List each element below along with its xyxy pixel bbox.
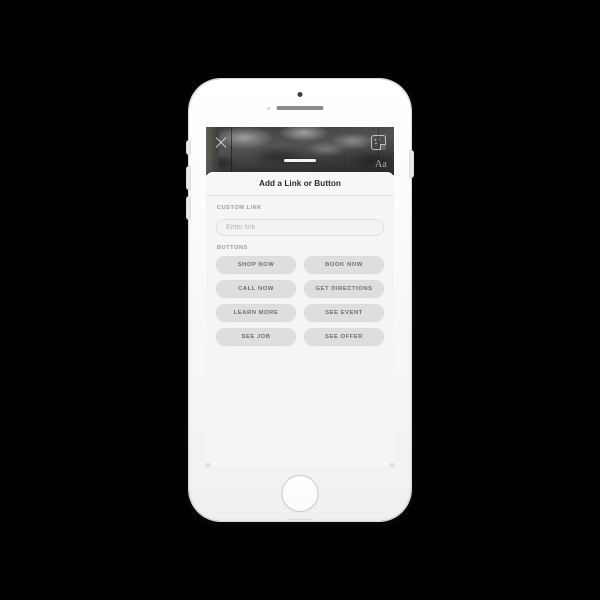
earpiece-speaker-icon [276, 106, 324, 110]
sticker-dot [374, 139, 377, 141]
screenshot-stage: Aa Add a Link or Button CUSTOM LINK BUTT… [0, 0, 600, 600]
phone-screen: Aa Add a Link or Button CUSTOM LINK BUTT… [206, 127, 394, 467]
sticker-dot [375, 142, 377, 145]
sheet-body: CUSTOM LINK BUTTONS SHOP NOW BOOK NOW CA… [206, 196, 394, 346]
buttons-section-label: BUTTONS [217, 245, 248, 251]
page-title: Add a Link or Button [259, 179, 341, 188]
cta-button-see-offer[interactable]: SEE OFFER [304, 328, 384, 346]
screen-corner-mark [390, 463, 394, 467]
cta-button-see-job[interactable]: SEE JOB [216, 328, 296, 346]
text-tool-icon[interactable]: Aa [375, 160, 387, 170]
photo-left-structure [206, 127, 219, 175]
cta-button-grid: SHOP NOW BOOK NOW CALL NOW GET DIRECTION… [216, 256, 384, 346]
proximity-sensor-icon [267, 107, 270, 110]
cta-button-see-event[interactable]: SEE EVENT [304, 304, 384, 322]
iphone-device-frame: Aa Add a Link or Button CUSTOM LINK BUTT… [187, 79, 413, 521]
silent-switch[interactable] [187, 141, 190, 154]
cta-button-call-now[interactable]: CALL NOW [216, 280, 296, 298]
story-photo-backdrop: Aa [206, 127, 394, 175]
custom-link-label: CUSTOM LINK [217, 205, 262, 211]
sheet-header: Add a Link or Button [206, 172, 394, 196]
speaker-grill [287, 519, 313, 520]
sticker-dot [378, 138, 381, 141]
cta-button-get-directions[interactable]: GET DIRECTIONS [304, 280, 384, 298]
close-x-icon[interactable] [214, 136, 228, 150]
cta-button-learn-more[interactable]: LEARN MORE [216, 304, 296, 322]
volume-up-button[interactable] [187, 167, 190, 189]
drag-handle[interactable] [284, 159, 316, 162]
front-camera-icon [297, 92, 303, 97]
volume-down-button[interactable] [187, 197, 190, 219]
screen-corner-mark [206, 463, 210, 467]
home-button[interactable] [282, 476, 318, 511]
sticker-icon[interactable] [371, 135, 386, 150]
cta-button-book-now[interactable]: BOOK NOW [304, 256, 384, 274]
custom-link-input[interactable] [216, 219, 384, 236]
cta-button-shop-now[interactable]: SHOP NOW [216, 256, 296, 274]
power-button[interactable] [410, 151, 413, 177]
photo-pole [231, 127, 233, 175]
cloudy-sky-photo [206, 127, 394, 175]
add-link-or-button-sheet: Add a Link or Button CUSTOM LINK BUTTONS… [206, 172, 394, 467]
